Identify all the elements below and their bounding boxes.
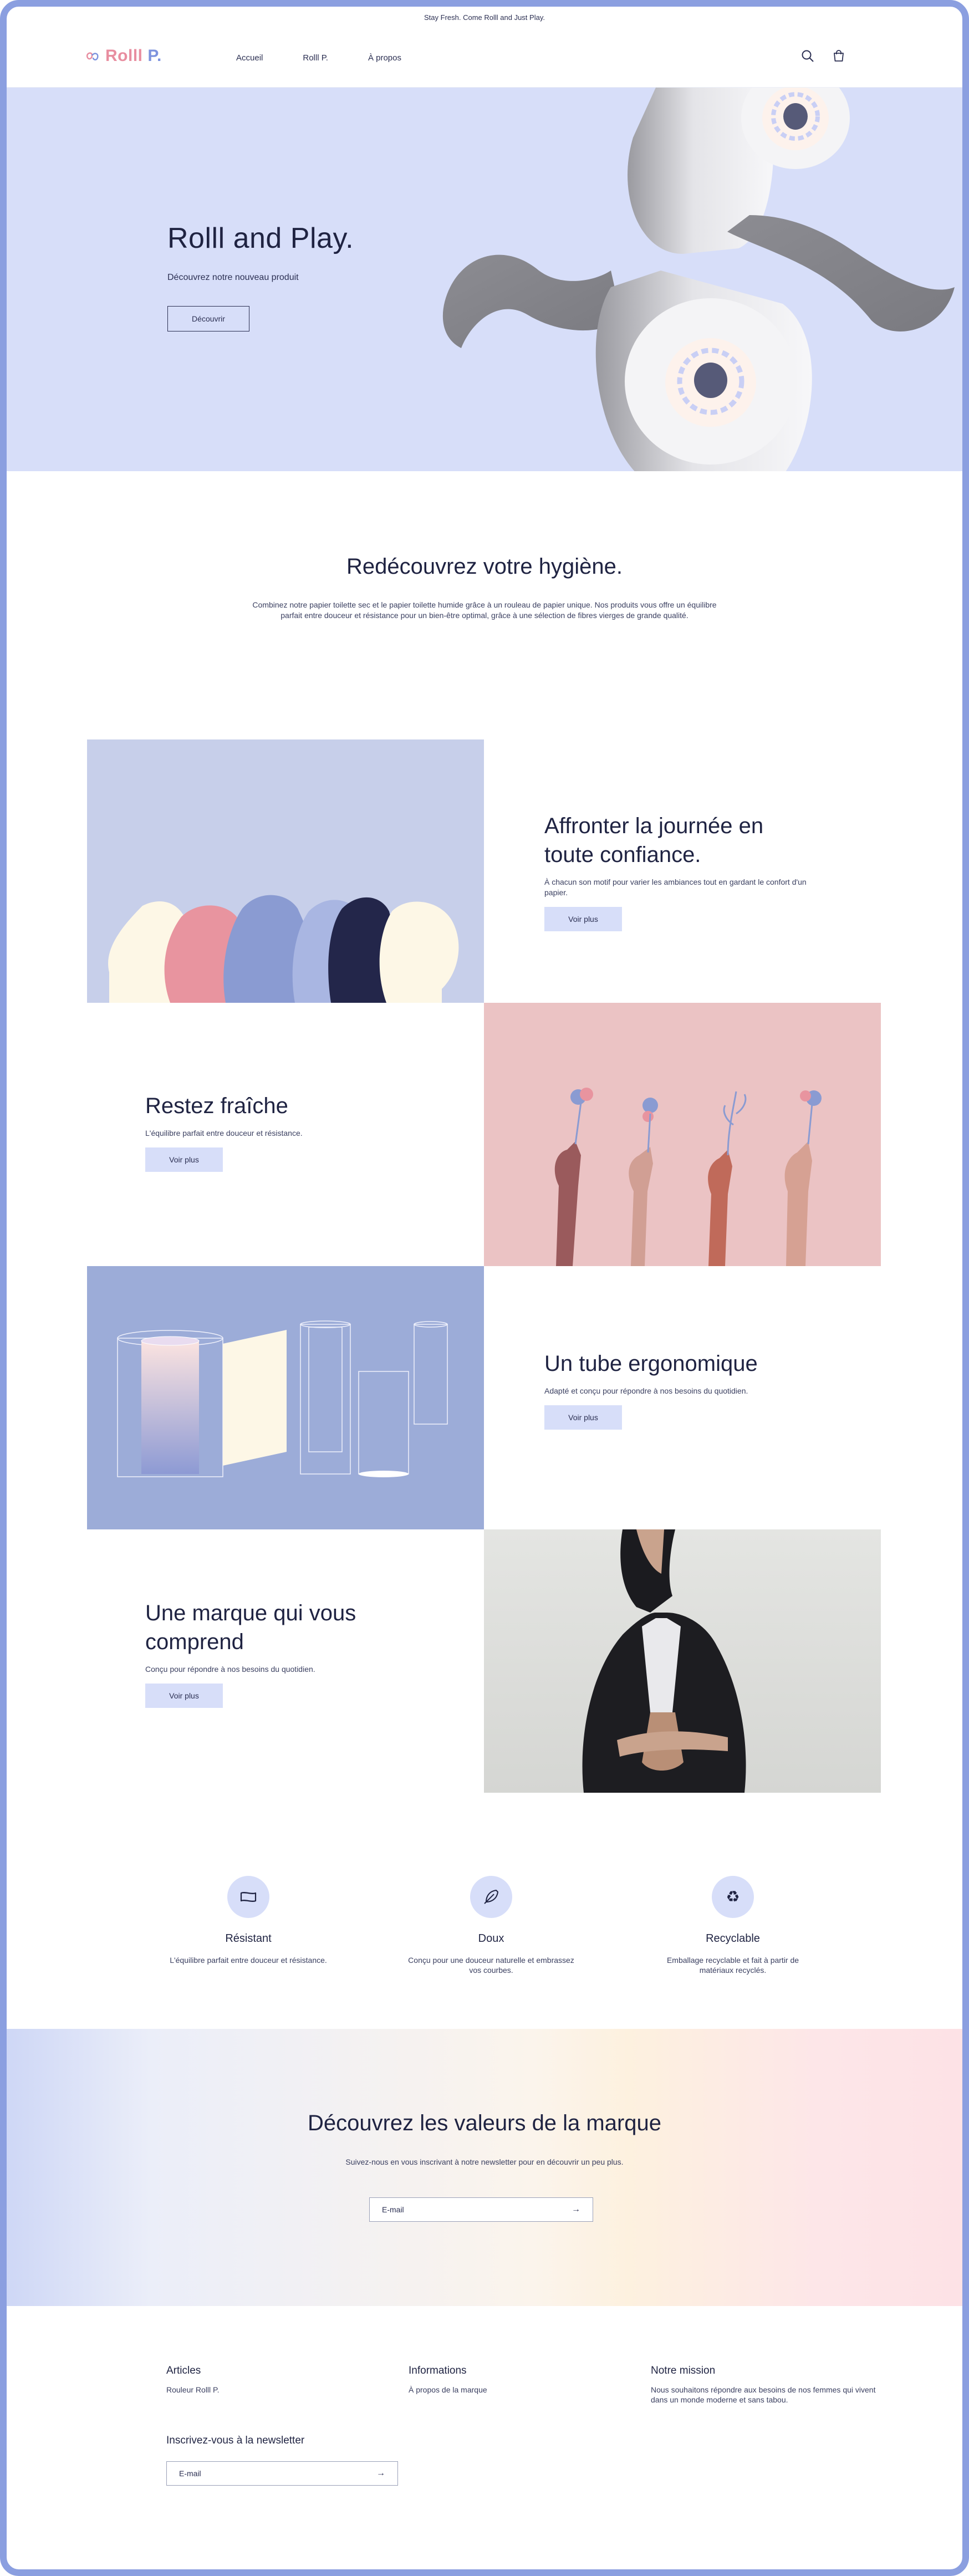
benefit-resistant: Résistant L'équilibre parfait entre douc… [165, 1876, 332, 1965]
footer-col-title-1: Articles [166, 2365, 201, 2376]
feather-icon [484, 1890, 498, 1904]
hands-flowers-illustration [554, 1088, 822, 1266]
logo-icon [86, 52, 99, 60]
footer-col-title-2: Informations [409, 2365, 467, 2376]
hero-section: Rolll and Play. Découvrez notre nouveau … [7, 88, 962, 471]
benefit-icon-circle-3: ♻ [712, 1876, 754, 1918]
site-header: Rolll P. Accueil Rolll P. À propos [7, 28, 962, 88]
footer-mission-text: Nous souhaitons répondre aux besoins de … [651, 2385, 876, 2404]
browser-frame: Stay Fresh. Come Rolll and Just Play. Ro… [0, 0, 969, 2576]
cart-icon[interactable] [832, 49, 846, 63]
feature-title-1: Affronter la journée en toute confiance. [544, 814, 764, 867]
svg-text:♻: ♻ [726, 1888, 740, 1906]
benefit-text-2: Conçu pour une douceur naturelle et embr… [408, 1956, 574, 1975]
see-more-button-2[interactable]: Voir plus [145, 1147, 223, 1172]
main-nav: Accueil Rolll P. À propos [236, 53, 441, 63]
woman-photo-placeholder [582, 1529, 746, 1793]
search-icon[interactable] [800, 49, 815, 63]
footer-link-rouleur[interactable]: Rouleur Rolll P. [166, 2385, 219, 2395]
site-footer: Articles Rouleur Rolll P. Informations À… [7, 2306, 962, 2569]
feature-brand: Une marque qui vous comprend Conçu pour … [7, 1529, 962, 1793]
footer-col-mission: Notre mission Nous souhaitons répondre a… [651, 2365, 889, 2405]
logo-text-part1: Rolll [105, 47, 143, 65]
logo-text: Rolll P. [105, 47, 162, 65]
intro-section: Redécouvrez votre hygiène. Combinez notr… [7, 471, 962, 739]
feature-image-woman [484, 1529, 881, 1793]
logo-text-part2: P. [147, 47, 162, 65]
feature-desc-3: Adapté et conçu pour répondre à nos beso… [544, 1386, 748, 1395]
announcement-text: Stay Fresh. Come Rolll and Just Play. [424, 13, 545, 22]
feature-title-2: Restez fraîche [145, 1094, 288, 1118]
benefit-title-1: Résistant [225, 1932, 272, 1945]
benefit-text-3: Emballage recyclable et fait à partir de… [666, 1956, 799, 1975]
feature-tube: Un tube ergonomique Adapté et conçu pour… [7, 1266, 962, 1529]
benefit-title-3: Recyclable [706, 1932, 760, 1945]
paper-icon [240, 1892, 257, 1902]
benefit-text-1: L'équilibre parfait entre douceur et rés… [170, 1956, 327, 1965]
footer-newsletter-title: Inscrivez-vous à la newsletter [166, 2435, 305, 2446]
see-more-button-3[interactable]: Voir plus [544, 1405, 622, 1430]
nav-rolll-p[interactable]: Rolll P. [303, 53, 328, 63]
newsletter-email-input[interactable] [382, 2205, 548, 2214]
feature-text-3: Un tube ergonomique Adapté et conçu pour… [544, 1349, 822, 1430]
feature-title-3: Un tube ergonomique [544, 1351, 758, 1376]
benefit-recyclable: ♻ Recyclable Emballage recyclable et fai… [650, 1876, 816, 1975]
feature-text-2: Restez fraîche L'équilibre parfait entre… [145, 1091, 422, 1172]
announcement-bar: Stay Fresh. Come Rolll and Just Play. [7, 7, 962, 28]
header-icons [800, 49, 846, 63]
tube-illustration [117, 1320, 448, 1477]
footer-col-articles: Articles Rouleur Rolll P. [166, 2365, 219, 2395]
benefit-icon-circle-2 [470, 1876, 512, 1918]
feature-desc-1: À chacun son motif pour varier les ambia… [544, 878, 807, 897]
profiles-illustration [108, 895, 459, 1003]
benefit-soft: Doux Conçu pour une douceur naturelle et… [408, 1876, 574, 1975]
newsletter-section: Découvrez les valeurs de la marque Suive… [7, 2029, 962, 2306]
feature-image-hands-flowers [484, 1003, 881, 1266]
benefits-section: Résistant L'équilibre parfait entre douc… [7, 1793, 962, 2029]
feature-desc-4: Conçu pour répondre à nos besoins du quo… [145, 1665, 315, 1674]
footer-email-input[interactable] [179, 2469, 345, 2478]
feature-image-tube [87, 1266, 484, 1529]
intro-text: Combinez notre papier toilette sec et le… [252, 600, 717, 620]
see-more-button-4[interactable]: Voir plus [145, 1684, 223, 1708]
feature-desc-2: L'équilibre parfait entre douceur et rés… [145, 1129, 303, 1137]
see-more-button-1[interactable]: Voir plus [544, 907, 622, 931]
feature-fresh: Restez fraîche L'équilibre parfait entre… [7, 1003, 962, 1266]
newsletter-text: Suivez-nous en vous inscrivant à notre n… [345, 2157, 624, 2166]
nav-accueil[interactable]: Accueil [236, 53, 263, 63]
footer-col-title-3: Notre mission [651, 2365, 716, 2376]
benefit-icon-circle-1 [227, 1876, 269, 1918]
arrow-right-icon[interactable]: → [376, 2468, 385, 2478]
footer-email-box: → [166, 2461, 398, 2486]
footer-newsletter: Inscrivez-vous à la newsletter → [166, 2435, 398, 2486]
recycle-icon: ♻ [726, 1888, 740, 1906]
feature-title-4: Une marque qui vous comprend [145, 1601, 356, 1654]
footer-col-informations: Informations À propos de la marque [409, 2365, 487, 2395]
nav-a-propos[interactable]: À propos [368, 53, 401, 63]
hero-roll-illustration [442, 88, 955, 471]
newsletter-email-box: → [369, 2197, 593, 2222]
feature-image-profiles [87, 739, 484, 1003]
hero-title: Rolll and Play. [167, 222, 354, 254]
feature-confidence: Affronter la journée en toute confiance.… [7, 739, 962, 1003]
feature-text-1: Affronter la journée en toute confiance.… [544, 812, 810, 931]
arrow-right-icon[interactable]: → [572, 2205, 580, 2215]
benefit-title-2: Doux [478, 1932, 504, 1945]
newsletter-title: Découvrez les valeurs de la marque [307, 2111, 662, 2135]
logo[interactable]: Rolll P. [84, 47, 162, 65]
feature-text-4: Une marque qui vous comprend Conçu pour … [145, 1599, 400, 1708]
intro-title: Redécouvrez votre hygiène. [346, 554, 623, 579]
page: Stay Fresh. Come Rolll and Just Play. Ro… [7, 7, 962, 2569]
discover-button[interactable]: Découvrir [167, 306, 249, 331]
hero-subtitle: Découvrez notre nouveau produit [167, 273, 299, 282]
footer-link-about[interactable]: À propos de la marque [409, 2385, 487, 2395]
